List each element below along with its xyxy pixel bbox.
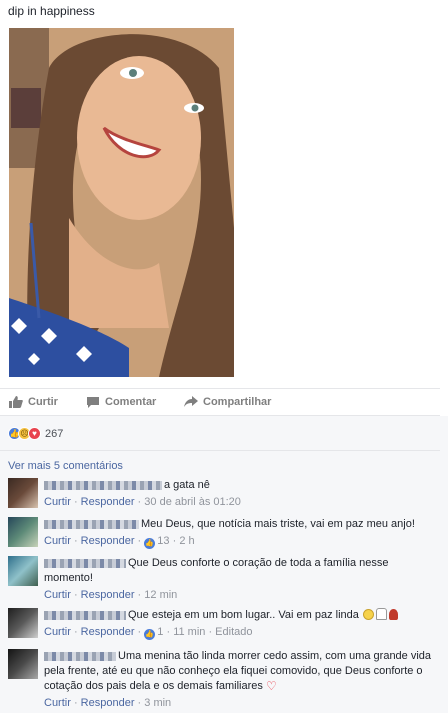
avatar[interactable] — [8, 649, 38, 679]
comment-time[interactable]: 12 min — [144, 589, 177, 601]
divider — [0, 450, 440, 451]
post-title: dip in happiness — [8, 4, 95, 18]
share-button-label: Compartilhar — [203, 396, 272, 408]
comment-author-name[interactable] — [44, 480, 162, 490]
comment-meta: Curtir · Responder · 12 min — [44, 589, 178, 601]
comment-author-name[interactable] — [44, 651, 116, 661]
comment-button[interactable]: Comentar — [86, 396, 156, 408]
avatar[interactable] — [8, 608, 38, 638]
comment-meta: Curtir · Responder · 👍 13 · 2 h — [44, 535, 195, 549]
comment-author-name[interactable] — [44, 610, 126, 620]
like-count-icon: 👍 — [144, 538, 156, 549]
rose-emoji-icon — [388, 609, 398, 620]
thumbs-up-icon — [9, 396, 23, 408]
comment-time[interactable]: 30 de abril às 01:20 — [144, 496, 241, 508]
reactions-summary[interactable]: 👍 ☹ ♥ 267 — [8, 427, 63, 440]
relieved-face-emoji-icon — [362, 609, 374, 620]
comment-edited-label[interactable]: Editado — [215, 626, 252, 638]
comment-reply-link[interactable]: Responder — [81, 535, 135, 547]
comment-time[interactable]: 2 h — [179, 535, 194, 547]
comment-author-name[interactable] — [44, 519, 139, 529]
comment-meta: Curtir · Responder · 3 min — [44, 697, 172, 709]
comment-author-name[interactable] — [44, 558, 126, 568]
comment-text: Meu Deus, que notícia mais triste, vai e… — [141, 518, 415, 530]
like-count-icon: 👍 — [144, 629, 156, 640]
avatar[interactable] — [8, 478, 38, 508]
reaction-count: 267 — [45, 427, 64, 440]
comment-reply-link[interactable]: Responder — [81, 589, 135, 601]
comment-text: a gata nê — [164, 479, 210, 491]
comment-reply-link[interactable]: Responder — [81, 626, 135, 638]
avatar[interactable] — [8, 517, 38, 547]
comment-like-link[interactable]: Curtir — [44, 535, 71, 547]
comment-reply-link[interactable]: Responder — [81, 496, 135, 508]
comment-meta: Curtir · Responder · 30 de abril às 01:2… — [44, 496, 241, 508]
post-action-bar: Curtir Comentar Compartilhar — [0, 388, 440, 416]
comment-like-link[interactable]: Curtir — [44, 496, 71, 508]
praying-hands-emoji-icon — [375, 608, 387, 620]
comment-text: Que esteja em um bom lugar.. Vai em paz … — [128, 609, 359, 621]
share-button[interactable]: Compartilhar — [184, 396, 271, 408]
comment-reply-link[interactable]: Responder — [81, 697, 135, 709]
share-arrow-icon — [184, 396, 198, 407]
post-photo[interactable] — [9, 28, 234, 377]
comment-like-link[interactable]: Curtir — [44, 626, 71, 638]
speech-bubble-icon — [87, 397, 99, 408]
avatar[interactable] — [8, 556, 38, 586]
comment-meta: Curtir · Responder · 👍 1 · 11 min · Edita… — [44, 626, 253, 640]
comment-button-label: Comentar — [105, 396, 157, 408]
photo-illustration — [9, 28, 234, 377]
comment-like-link[interactable]: Curtir — [44, 697, 71, 709]
comment-like-count[interactable]: 13 — [157, 535, 169, 547]
like-button-label: Curtir — [28, 396, 58, 408]
comment-like-count[interactable]: 1 — [157, 626, 163, 638]
comment-time[interactable]: 11 min — [173, 626, 205, 638]
view-more-comments-link[interactable]: Ver mais 5 comentários — [8, 460, 123, 472]
comment-like-link[interactable]: Curtir — [44, 589, 71, 601]
love-reaction-icon: ♥ — [28, 427, 41, 440]
heart-emoji-icon: ♡ — [265, 679, 277, 693]
like-button[interactable]: Curtir — [9, 396, 58, 408]
comment-time[interactable]: 3 min — [144, 697, 171, 709]
